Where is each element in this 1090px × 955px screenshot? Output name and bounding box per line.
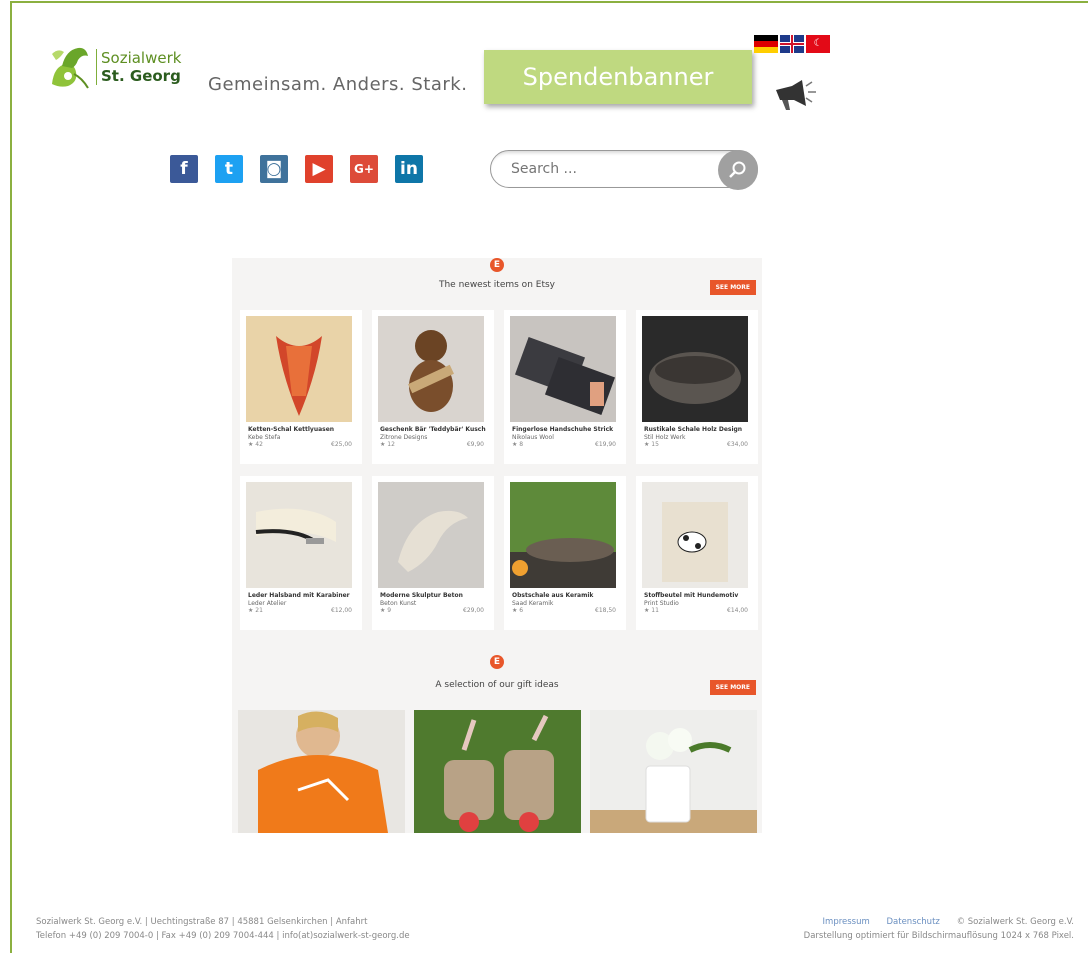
- product-image: [378, 482, 484, 588]
- footer-address-line1: Sozialwerk St. Georg e.V. | Uechtingstra…: [36, 917, 368, 927]
- product-shop: Zitrone Designs: [380, 434, 428, 441]
- logo-line1: Sozialwerk: [101, 49, 182, 67]
- etsy-section2-title: A selection of our gift ideas: [435, 680, 559, 690]
- product-image: [510, 482, 616, 588]
- tagline: Gemeinsam. Anders. Stark.: [208, 74, 468, 95]
- product-title: Leder Halsband mit Karabiner: [248, 592, 350, 599]
- product-card[interactable]: Leder Halsband mit Karabiner Leder Ateli…: [240, 476, 362, 630]
- product-rating: ★ 11: [644, 607, 659, 614]
- product-card[interactable]: Rustikale Schale Holz Design Stil Holz W…: [636, 310, 758, 464]
- footer-address: Sozialwerk St. Georg e.V. | Uechtingstra…: [36, 915, 410, 943]
- uk-flag-icon[interactable]: [780, 35, 804, 53]
- search-box: [490, 150, 760, 190]
- product-title: Fingerlose Handschuhe Strick: [512, 426, 614, 433]
- product-title: Rustikale Schale Holz Design: [644, 426, 743, 433]
- logo-text: Sozialwerk St. Georg: [96, 49, 181, 85]
- copyright-text: © Sozialwerk St. Georg e.V.: [956, 917, 1074, 927]
- googleplus-icon[interactable]: G+: [350, 155, 378, 183]
- instagram-icon[interactable]: ◙: [260, 155, 288, 183]
- product-title: Obstschale aus Keramik: [512, 592, 594, 599]
- product-card[interactable]: Moderne Skulptur Beton Beton Kunst ★ 9 €…: [372, 476, 494, 630]
- product-rating: ★ 42: [248, 441, 263, 448]
- etsy-badge-icon: E: [490, 258, 504, 272]
- product-image: [378, 316, 484, 422]
- gift-idea-image[interactable]: [414, 710, 581, 833]
- logo[interactable]: Sozialwerk St. Georg: [48, 44, 181, 90]
- turkish-flag-icon[interactable]: ☾: [806, 35, 830, 53]
- facebook-icon[interactable]: f: [170, 155, 198, 183]
- language-switcher: ☾: [754, 35, 830, 53]
- product-card[interactable]: Ketten-Schal Kettlyuasen Kebe Stefa ★ 42…: [240, 310, 362, 464]
- product-shop: Saad Keramik: [512, 600, 554, 607]
- product-card[interactable]: Fingerlose Handschuhe Strick Nikolaus Wo…: [504, 310, 626, 464]
- product-price: €25,00: [331, 441, 352, 448]
- twitter-icon[interactable]: t: [215, 155, 243, 183]
- gift-idea-image[interactable]: [238, 710, 405, 833]
- product-shop: Print Studio: [644, 600, 679, 607]
- megaphone-icon[interactable]: [768, 76, 818, 120]
- dragon-logo-icon: [48, 44, 92, 90]
- product-title: Ketten-Schal Kettlyuasen: [248, 426, 335, 433]
- product-title: Stoffbeutel mit Hundemotiv: [644, 592, 739, 599]
- product-shop: Stil Holz Werk: [644, 434, 686, 441]
- youtube-icon[interactable]: ▶: [305, 155, 333, 183]
- search-icon: [729, 161, 746, 178]
- see-more-button[interactable]: SEE MORE: [709, 280, 756, 295]
- logo-line2: St. Georg: [101, 67, 181, 85]
- product-shop: Beton Kunst: [380, 600, 417, 607]
- see-more-button[interactable]: SEE MORE: [709, 680, 756, 695]
- product-price: €14,00: [727, 607, 748, 614]
- datenschutz-link[interactable]: Datenschutz: [886, 917, 939, 927]
- product-title: Geschenk Bär 'Teddybär' Kuschelbär: [380, 426, 486, 433]
- german-flag-icon[interactable]: [754, 35, 778, 53]
- product-image: [510, 316, 616, 422]
- product-price: €18,50: [595, 607, 616, 614]
- search-button[interactable]: [718, 150, 758, 190]
- product-image: [246, 316, 352, 422]
- product-rating: ★ 8: [512, 441, 524, 448]
- product-price: €19,90: [595, 441, 616, 448]
- social-links: f t ◙ ▶ G+ in: [170, 155, 423, 183]
- product-image: [246, 482, 352, 588]
- product-card[interactable]: Geschenk Bär 'Teddybär' Kuschelbär Zitro…: [372, 310, 494, 464]
- etsy-badge-icon: E: [490, 655, 504, 669]
- product-rating: ★ 6: [512, 607, 524, 614]
- impressum-link[interactable]: Impressum: [823, 917, 870, 927]
- product-rating: ★ 15: [644, 441, 659, 448]
- etsy-widget: E The newest items on Etsy SEE MORE Kett…: [232, 258, 762, 833]
- gift-idea-image[interactable]: [590, 710, 757, 833]
- product-shop: Nikolaus Wool: [512, 434, 554, 441]
- product-rating: ★ 9: [380, 607, 392, 614]
- product-price: €12,00: [331, 607, 352, 614]
- product-price: €9,90: [466, 441, 484, 448]
- product-price: €29,00: [463, 607, 484, 614]
- footer-contact-line: Telefon +49 (0) 209 7004-0 | Fax +49 (0)…: [36, 931, 410, 941]
- product-shop: Kebe Stefa: [248, 434, 281, 441]
- donation-banner-button[interactable]: Spendenbanner: [484, 50, 752, 104]
- product-image: [642, 316, 748, 422]
- product-card[interactable]: Stoffbeutel mit Hundemotiv Print Studio …: [636, 476, 758, 630]
- linkedin-icon[interactable]: in: [395, 155, 423, 183]
- etsy-section1-title: The newest items on Etsy: [438, 280, 555, 290]
- footer-right: Impressum Datenschutz © Sozialwerk St. G…: [804, 915, 1074, 943]
- resolution-note: Darstellung optimiert für Bildschirmaufl…: [803, 931, 1074, 941]
- product-card[interactable]: Obstschale aus Keramik Saad Keramik ★ 6 …: [504, 476, 626, 630]
- product-price: €34,00: [727, 441, 748, 448]
- product-rating: ★ 21: [248, 607, 263, 614]
- product-shop: Leder Atelier: [248, 600, 287, 607]
- product-rating: ★ 12: [380, 441, 395, 448]
- product-title: Moderne Skulptur Beton: [380, 592, 463, 599]
- product-image: [642, 482, 748, 588]
